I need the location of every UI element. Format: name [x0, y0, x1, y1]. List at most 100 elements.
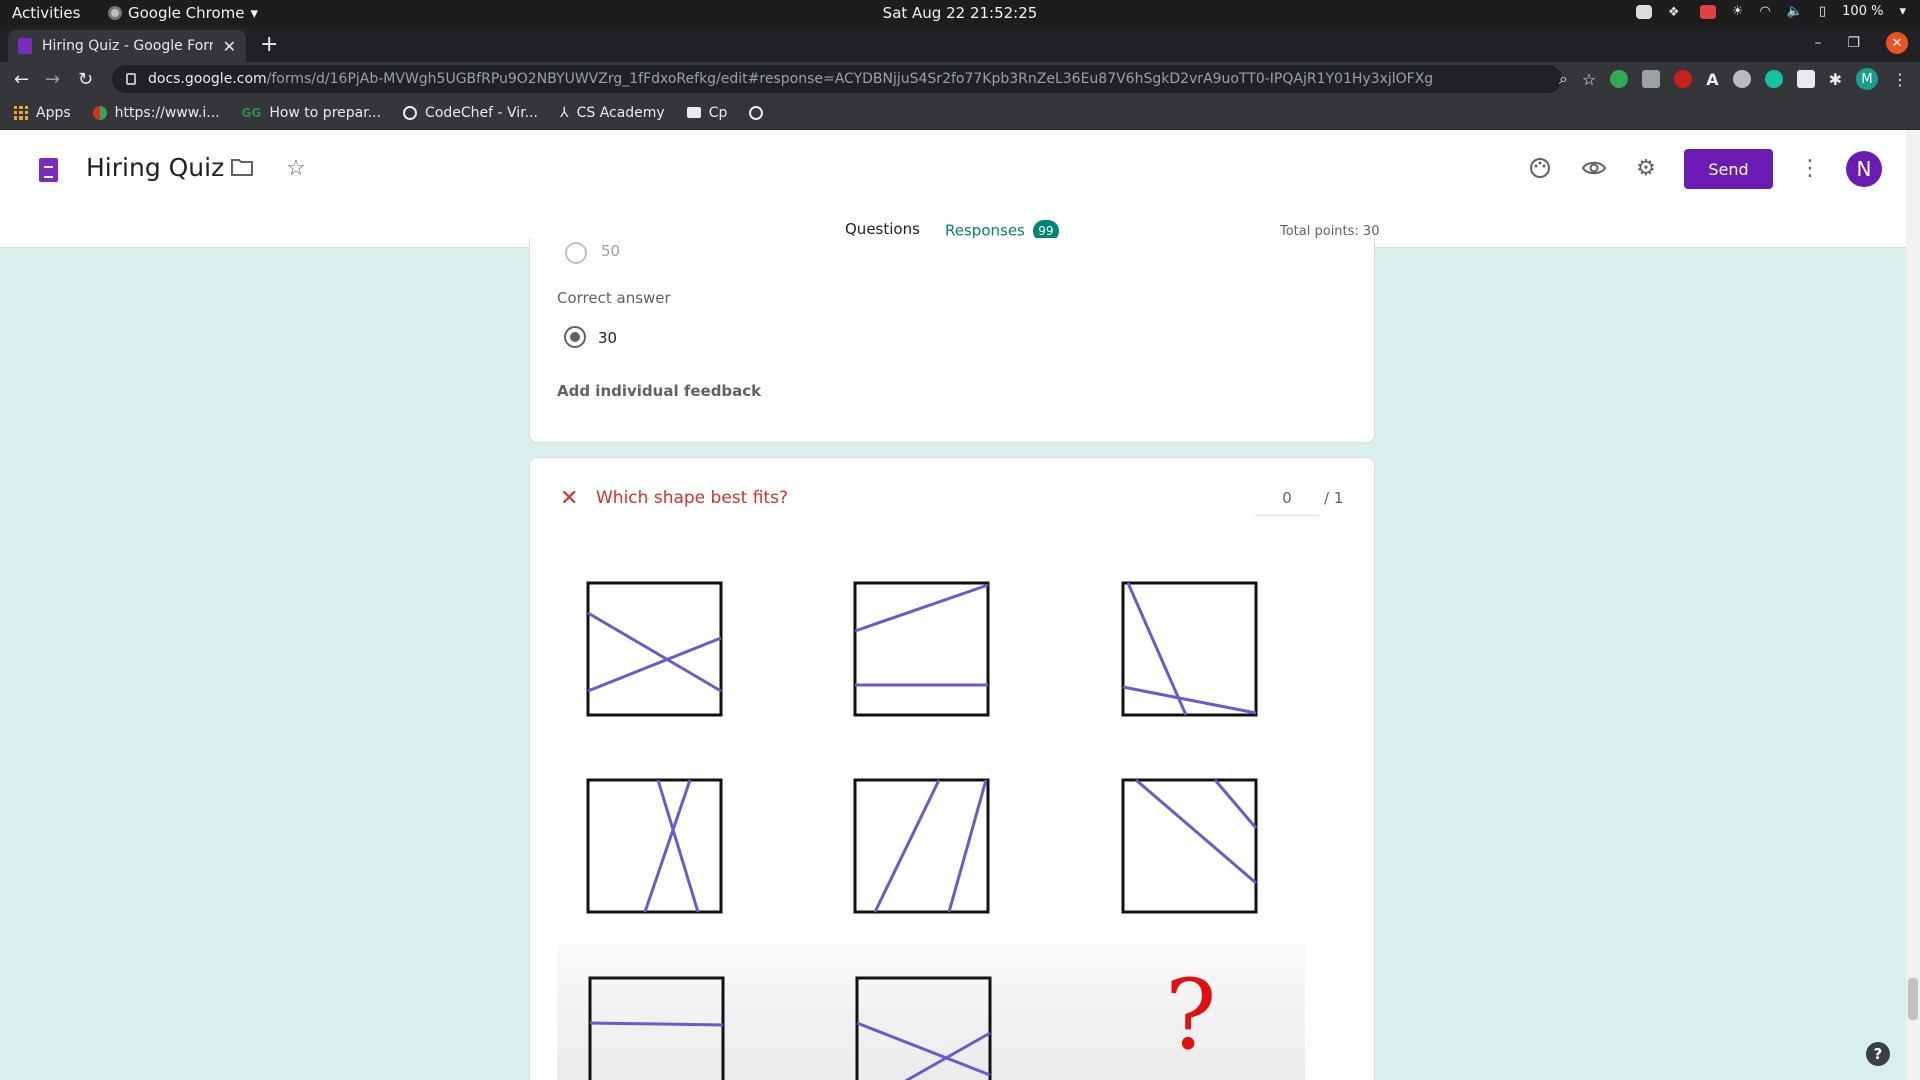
shape-line [904, 1031, 991, 1080]
extension-plus-icon[interactable] [1610, 70, 1629, 88]
shape-box-7 [588, 976, 725, 1080]
bookmark-label: CodeChef - Vir... [425, 104, 539, 121]
bookmark-label: CS Academy [576, 104, 665, 121]
bookmark-item[interactable]: CodeChef - Vir... [403, 105, 538, 121]
bookmark-star-icon[interactable]: ☆ [1582, 70, 1596, 89]
extension-copy-icon[interactable] [1642, 70, 1661, 88]
bookmark-label: How to prepar... [269, 104, 382, 121]
shape-line [587, 611, 722, 693]
extension-record-icon[interactable] [1674, 70, 1693, 88]
more-options-icon[interactable]: ⋮ [1798, 156, 1822, 181]
chevron-down-icon[interactable]: ▾ [1899, 4, 1906, 19]
bookmark-apps[interactable]: Apps [14, 105, 71, 121]
tab-responses-label: Responses [945, 221, 1025, 240]
shape-line [589, 1021, 724, 1027]
add-feedback-link[interactable]: Add individual feedback [557, 382, 761, 400]
folder-icon[interactable] [230, 156, 254, 180]
indicator-icon[interactable] [1699, 4, 1716, 19]
page-scrollbar[interactable] [1906, 130, 1920, 1080]
app-menu[interactable]: Google Chrome ▾ [108, 4, 258, 22]
geeksforgeeks-icon: GG [241, 105, 262, 120]
option-value: 50 [601, 242, 621, 260]
bookmark-favicon-icon [92, 105, 107, 120]
shape-box-3 [1121, 581, 1258, 717]
send-button[interactable]: Send [1684, 149, 1773, 189]
activities-button[interactable]: Activities [12, 4, 80, 22]
bookmark-label: https://www.i... [114, 104, 220, 121]
bookmark-label: Cp [708, 104, 728, 121]
shape-box-4 [586, 778, 723, 914]
battery-icon[interactable]: ▯ [1819, 4, 1826, 19]
question-text: Which shape best fits? [596, 488, 788, 508]
discord-icon[interactable] [1635, 4, 1652, 19]
form-title[interactable]: Hiring Quiz [86, 153, 224, 182]
brightness-icon[interactable]: ☀ [1732, 4, 1744, 19]
address-bar[interactable]: docs.google.com /forms/d/16PjAb-MVWgh5UG… [112, 65, 1562, 93]
folder-icon [686, 107, 701, 118]
bookmark-item[interactable]: https://www.i... [92, 104, 220, 121]
star-icon[interactable]: ☆ [284, 156, 308, 181]
help-icon[interactable]: ? [1866, 1042, 1890, 1066]
lock-icon[interactable] [126, 73, 136, 85]
restore-button[interactable]: ❐ [1847, 35, 1860, 51]
system-top-bar: Activities Google Chrome ▾ Sat Aug 22 21… [0, 0, 1920, 27]
shape-line [656, 779, 700, 913]
new-tab-button[interactable]: + [260, 32, 278, 57]
back-icon[interactable]: ← [14, 69, 29, 90]
reload-icon[interactable]: ↻ [78, 69, 93, 90]
browser-menu-icon[interactable]: ⋮ [1892, 70, 1908, 89]
shape-line [1135, 778, 1257, 885]
url-path: /forms/d/16PjAb-MVWgh5UGBfRPu9O2NBYUWVZr… [266, 71, 1434, 87]
close-icon[interactable]: ✕ [223, 37, 236, 56]
shape-line [1122, 685, 1257, 715]
extension-window-icon[interactable] [1796, 70, 1815, 88]
shape-line [643, 779, 692, 913]
correct-answer-value: 30 [598, 329, 618, 347]
grammarly-icon[interactable] [1764, 70, 1783, 88]
bookmark-item[interactable]: ⅄ CS Academy [560, 105, 665, 121]
shape-box-8 [855, 976, 992, 1080]
window-close-button[interactable]: ✕ [1886, 32, 1908, 54]
bookmark-item[interactable] [749, 105, 764, 120]
tab-questions[interactable]: Questions [845, 220, 920, 238]
extension-font-icon[interactable]: A [1706, 70, 1718, 89]
puzzle-image: ? [557, 543, 1305, 1080]
shape-line [587, 636, 722, 693]
bookmark-label: Apps [36, 104, 71, 121]
tab-title: Hiring Quiz - Google Forms [42, 38, 213, 54]
bookmark-folder[interactable]: Cp [686, 104, 728, 121]
profile-avatar[interactable]: M [1856, 68, 1878, 90]
settings-gear-icon[interactable]: ⚙ [1634, 156, 1658, 181]
dropbox-icon[interactable]: ❖ [1668, 5, 1684, 20]
scrollbar-thumb[interactable] [1908, 978, 1918, 1020]
window-controls: – ❐ ✕ [1814, 32, 1908, 54]
shape-line [1126, 582, 1188, 716]
avatar[interactable]: N [1846, 151, 1882, 187]
radio-option-unchecked [565, 242, 587, 264]
shape-line [1213, 779, 1258, 829]
battery-level: 100 % [1842, 4, 1884, 19]
bookmark-item[interactable]: GG How to prepar... [242, 105, 381, 121]
system-tray[interactable]: ❖ ☀ ◠ 🔈 ▯ 100 % ▾ [1635, 4, 1906, 20]
wifi-icon[interactable]: ◠ [1759, 4, 1770, 19]
browser-tab[interactable]: Hiring Quiz - Google Forms ✕ [8, 30, 246, 62]
chevron-down-icon: ▾ [250, 4, 259, 22]
forward-icon[interactable]: → [45, 69, 60, 90]
score-input[interactable]: 0 [1255, 480, 1319, 516]
zoom-icon[interactable]: ⌕ [1559, 69, 1568, 89]
incorrect-x-icon: ✕ [560, 486, 579, 511]
correct-answer-label: Correct answer [557, 289, 671, 307]
extensions-area: ⌕ ☆ A ✱ M ⋮ [1559, 62, 1908, 96]
palette-icon[interactable] [1528, 156, 1552, 180]
volume-icon[interactable]: 🔈 [1787, 4, 1803, 19]
extensions-puzzle-icon[interactable]: ✱ [1829, 70, 1842, 89]
score-out-of: / 1 [1324, 489, 1344, 507]
minimize-button[interactable]: – [1814, 35, 1821, 51]
globe-icon [403, 105, 418, 120]
app-name: Google Chrome [128, 4, 245, 22]
preview-eye-icon[interactable] [1581, 156, 1607, 180]
extension-check-icon[interactable] [1732, 70, 1751, 88]
forms-logo-icon[interactable] [39, 158, 58, 182]
globe-icon [749, 105, 764, 120]
clock[interactable]: Sat Aug 22 21:52:25 [0, 4, 1920, 22]
